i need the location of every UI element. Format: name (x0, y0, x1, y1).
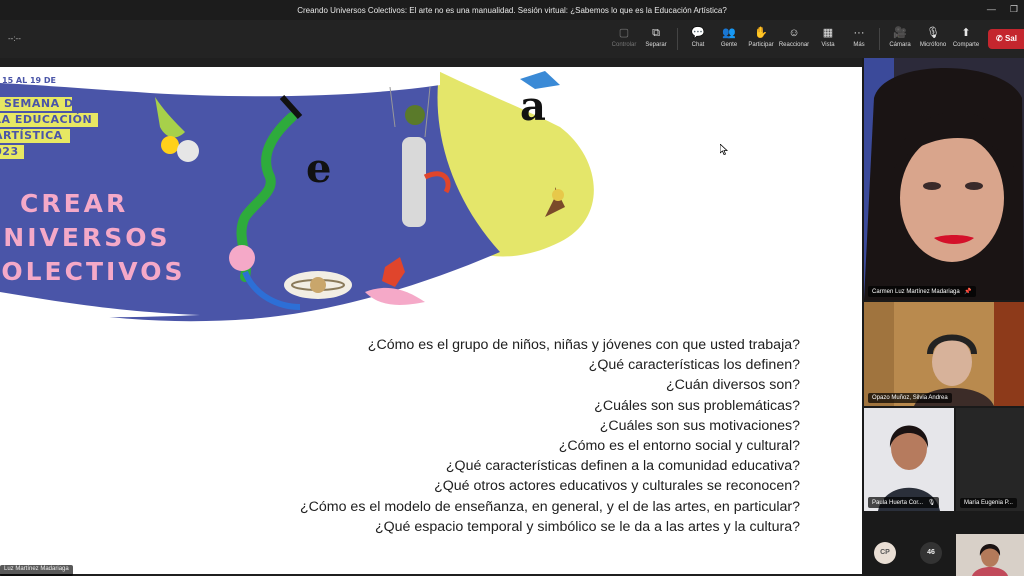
controlar-label: Controlar (611, 42, 637, 48)
slide-question: ¿Cómo es el entorno social y cultural? (558, 438, 800, 455)
mouse-cursor-icon (720, 144, 728, 155)
participar-label: Participar (748, 42, 774, 48)
participant-video (956, 534, 1024, 576)
slide-question: ¿Qué otros actores educativos y cultural… (434, 478, 800, 495)
chat-label: Chat (691, 42, 705, 48)
participant-avatar[interactable]: CP (874, 542, 896, 564)
raise-hand-button[interactable]: ✋ Participar (743, 26, 779, 48)
participant-name: María Eugenia P... (960, 498, 1017, 508)
slide-question-list: ¿Cómo es el grupo de niños, niñas y jóve… (300, 335, 800, 537)
participant-tile[interactable]: María Eugenia P... (956, 408, 1024, 511)
more-icon: ··· (853, 27, 865, 39)
toolbar-divider (677, 28, 678, 50)
slide-question: ¿Cómo es el modelo de enseñanza, en gene… (299, 498, 800, 515)
window-titlebar: Creando Universos Colectivos: El arte no… (0, 0, 1024, 20)
slide-letter-e: e (306, 145, 332, 192)
slide-banner-date: 15 AL 19 DE (2, 76, 57, 85)
presenter-name-tag: Luz Martínez Madariaga (0, 565, 73, 576)
compartir-label: Comparte (952, 42, 980, 48)
controlar-button[interactable]: ▢ Controlar (606, 26, 642, 48)
slide-title-line: CREAR (20, 189, 129, 218)
share-button[interactable]: ⬆ Comparte (948, 26, 984, 48)
minimize-icon[interactable]: — (987, 4, 996, 15)
vista-label: Vista (821, 42, 835, 48)
phone-hangup-icon: ✆ (996, 34, 1003, 43)
people-label: Gente (720, 42, 738, 48)
participant-tile[interactable] (956, 534, 1024, 576)
mas-label: Más (853, 42, 865, 48)
slide-question: ¿Qué espacio temporal y simbólico se le … (374, 518, 800, 535)
slide-question: ¿Cuán diversos son? (665, 377, 800, 394)
slide-banner: SEMANA DE LA EDUCACIÓN ARTÍSTICA 2023 (0, 96, 92, 160)
slide-question: ¿Qué características definen a la comuni… (445, 458, 800, 475)
participant-video (864, 58, 1024, 300)
camara-label: Cámara (889, 42, 911, 48)
slide-banner-line: 2023 (0, 145, 19, 158)
reaccionar-label: Reaccionar (778, 42, 810, 48)
more-button[interactable]: ··· Más (841, 26, 877, 48)
slide-question: ¿Qué características los definen? (588, 357, 800, 374)
separar-label: Separar (645, 42, 667, 48)
react-button[interactable]: ☺ Reaccionar (776, 26, 812, 48)
slide-banner-line: SEMANA DE (4, 97, 82, 110)
screen-control-icon: ▢ (618, 27, 630, 39)
participant-name: Paula Huerta Cor... 🎙 (868, 497, 940, 508)
raise-hand-icon: ✋ (754, 27, 768, 39)
participant-name: Carmen Luz Martínez Madariaga 📌 (868, 286, 976, 297)
slide-banner-line: ARTÍSTICA (0, 129, 63, 142)
camera-button[interactable]: 🎥 Cámara (882, 26, 918, 48)
participant-video (864, 302, 1024, 406)
microfono-label: Micrófono (919, 42, 947, 48)
participant-name: Opazo Muñoz, Silvia Andrea (868, 393, 952, 403)
emoji-icon: ☺ (788, 27, 800, 39)
pin-icon[interactable]: 📌 (964, 289, 971, 295)
slide-banner-line: LA EDUCACIÓN (0, 113, 93, 126)
slide-title-line: COLECTIVOS (0, 257, 186, 286)
slide-question: ¿Cuáles son sus problemáticas? (594, 397, 800, 414)
detach-icon: ⧉ (652, 27, 660, 39)
restore-icon[interactable]: ❐ (1010, 4, 1018, 15)
participant-tile[interactable]: Opazo Muñoz, Silvia Andrea (864, 302, 1024, 406)
slide-question: ¿Cuáles son sus motivaciones? (599, 417, 800, 434)
slide-title-line: UNIVERSOS (0, 223, 171, 252)
meeting-toolbar: --:-- ▢ Controlar ⧉ Separar 💬 Chat 👥 Gen… (0, 20, 1024, 58)
slide-question: ¿Cómo es el grupo de niños, niñas y jóve… (367, 337, 800, 353)
mic-muted-icon: 🎙 (927, 500, 936, 506)
leave-label: Sal (1004, 34, 1017, 43)
people-icon: 👥 (722, 27, 736, 39)
more-participants-count[interactable]: 46 (920, 542, 942, 564)
participant-video (864, 408, 954, 511)
leave-button[interactable]: ✆ Sal (988, 29, 1024, 49)
window-title: Creando Universos Colectivos: El arte no… (297, 6, 727, 15)
participant-tile[interactable]: Paula Huerta Cor... 🎙 (864, 408, 954, 511)
slide-letter-a: a (520, 83, 546, 130)
mic-muted-icon: 🎙 (926, 27, 940, 39)
toolbar-divider (879, 28, 880, 50)
participant-tile[interactable]: Carmen Luz Martínez Madariaga 📌 (864, 58, 1024, 300)
participant-panel: Carmen Luz Martínez Madariaga 📌 Opazo Mu… (862, 58, 1024, 576)
camera-icon: 🎥 (893, 27, 907, 39)
slide-title: CREAR UNIVERSOS COLECTIVOS (0, 187, 185, 289)
microphone-button[interactable]: 🎙 Micrófono (915, 26, 951, 48)
people-button[interactable]: 👥 Gente (711, 26, 747, 48)
share-icon: ⬆ (961, 27, 971, 39)
meeting-timer: --:-- (8, 34, 21, 43)
shared-slide: 15 AL 19 DE SEMANA DE LA EDUCACIÓN ARTÍS… (0, 67, 862, 574)
separar-button[interactable]: ⧉ Separar (638, 26, 674, 48)
